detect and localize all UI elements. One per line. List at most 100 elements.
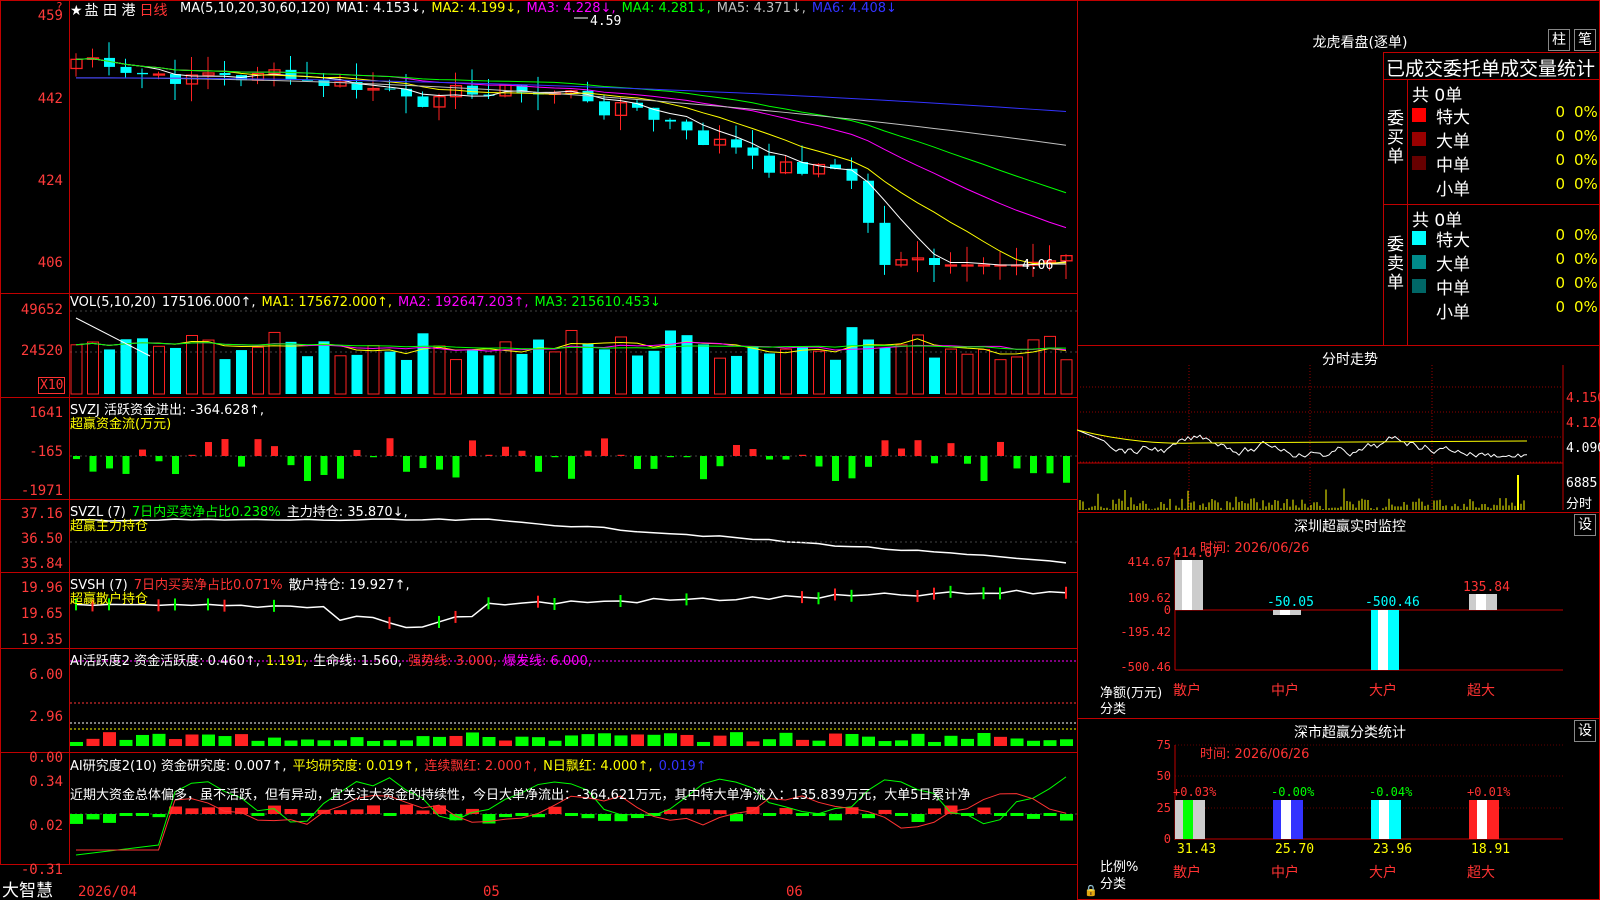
svzj-bar-up (749, 449, 757, 456)
volume-bar-up (186, 334, 198, 395)
order-color-swatch (1412, 255, 1426, 269)
research-bar-mini (119, 813, 133, 816)
svzj-bar-up (584, 450, 592, 456)
volume-bar-up (153, 345, 165, 395)
activity-bar (433, 736, 446, 746)
volume-bar-down (731, 355, 742, 394)
legend-item: MA3: 215610.453↓ (534, 295, 661, 310)
activity-bar (152, 733, 166, 746)
activity-bar (581, 734, 595, 746)
activity-bar (614, 735, 628, 746)
svzj-bar-down (287, 456, 295, 466)
svzj-bar-down (667, 456, 674, 458)
order-row-sell: 小单 0 0% (1412, 298, 1600, 323)
monitor-category: 大户 (1369, 682, 1397, 699)
svzj-bar-down (73, 456, 80, 460)
activity-bar (598, 733, 611, 746)
order-row-label: 大单 (1436, 255, 1470, 275)
classify-bar-shine (1477, 800, 1487, 839)
svzj-bar-down (964, 456, 971, 464)
research-bar-mini (565, 813, 578, 816)
volume-bar-up (450, 359, 462, 395)
order-row-label: 特大 (1436, 108, 1470, 128)
volume-bar-up (1011, 356, 1023, 395)
svzj-bar-down (106, 456, 113, 469)
order-color-swatch (1412, 279, 1426, 293)
intraday-price-line (1077, 429, 1528, 458)
activity-bar (235, 734, 248, 746)
svzj-bar-up (205, 442, 212, 456)
order-row-label: 大单 (1436, 132, 1470, 152)
classify-change: +0.03% (1173, 785, 1217, 799)
legend-item: 0.019↑ (658, 759, 707, 774)
order-row-percent: 0% (1574, 250, 1598, 268)
monitor-bar-shine (1182, 560, 1192, 610)
monitor-bar-shine (1280, 610, 1290, 615)
ai-research-y-tick: -0.31 (20, 862, 63, 878)
volume-bar-down (599, 349, 610, 394)
legend-item: 7日内买卖净占比0.238% (131, 505, 281, 520)
volume-bar-up (252, 346, 264, 395)
svzj-bar-up (221, 439, 229, 456)
volume-bar-up (433, 345, 446, 395)
activity-bar (185, 734, 199, 746)
activity-bar (845, 733, 859, 746)
candle-down (698, 130, 709, 146)
volume-bar-up (565, 329, 578, 395)
volume-bar-up (813, 350, 825, 395)
volume-bar-down (417, 333, 429, 394)
order-row-count: 0 (1555, 274, 1565, 292)
research-bar-up (713, 810, 727, 814)
research-bar-mini (1043, 813, 1057, 816)
volume-bar-down (665, 330, 676, 394)
candle-down (417, 96, 429, 107)
pen-view-button[interactable]: 笔 (1574, 29, 1596, 51)
legend-item: 散户持仓: 19.927↑, (288, 578, 410, 593)
activity-bar (334, 740, 347, 746)
volume-bar-down (236, 350, 247, 394)
volume-bar-up (367, 345, 380, 395)
monitor-y-tick: 0 (1164, 603, 1171, 617)
svzj-bar-down (650, 456, 658, 469)
classify-y-tick: 50 (1157, 769, 1171, 783)
activity-bar (416, 736, 430, 746)
svzl-line (75, 518, 1067, 564)
buy-orders-label: 委买单 (1387, 109, 1404, 167)
candle-down (797, 162, 808, 174)
volume-bar-down (351, 354, 363, 394)
volume-bar-down (137, 338, 148, 394)
order-row-buy: 中单 0 0% (1412, 151, 1600, 176)
candle-down (879, 222, 891, 265)
order-row-percent: 0% (1574, 103, 1598, 121)
candle-down (747, 147, 759, 156)
order-row-sell: 大单 0 0% (1412, 250, 1600, 275)
volume-bar-up (87, 341, 99, 395)
order-row-count: 0 (1555, 298, 1565, 316)
activity-bar (1010, 738, 1024, 746)
monitor-category: 中户 (1271, 682, 1299, 699)
bar-view-button[interactable]: 柱 (1548, 29, 1570, 51)
candle-down (929, 258, 940, 265)
volume-bar-up (994, 359, 1007, 395)
research-bar-down (862, 814, 875, 819)
activity-bar (911, 733, 925, 746)
classify-category: 大户 (1369, 864, 1397, 881)
volume-bar-down (830, 359, 841, 394)
candle-down (665, 119, 676, 122)
volume-bar-up (202, 339, 215, 395)
volume-unit: X10 (38, 377, 66, 394)
svzj-bar-down (1046, 456, 1054, 474)
research-bar-up (416, 810, 430, 814)
research-bar-down (730, 814, 743, 822)
activity-bar (350, 737, 364, 746)
volume-bar-up (978, 348, 990, 395)
order-row-percent: 0% (1574, 151, 1598, 169)
svzj-bar-down (370, 456, 377, 458)
research-bar-up (284, 808, 298, 814)
svzj-bar-down (865, 456, 872, 467)
chart-canvas[interactable] (0, 0, 1078, 866)
monitor-value: -50.05 (1267, 595, 1314, 610)
svzj-bar-up (914, 440, 922, 456)
research-bar-down (103, 814, 116, 823)
candle-up (961, 264, 974, 267)
